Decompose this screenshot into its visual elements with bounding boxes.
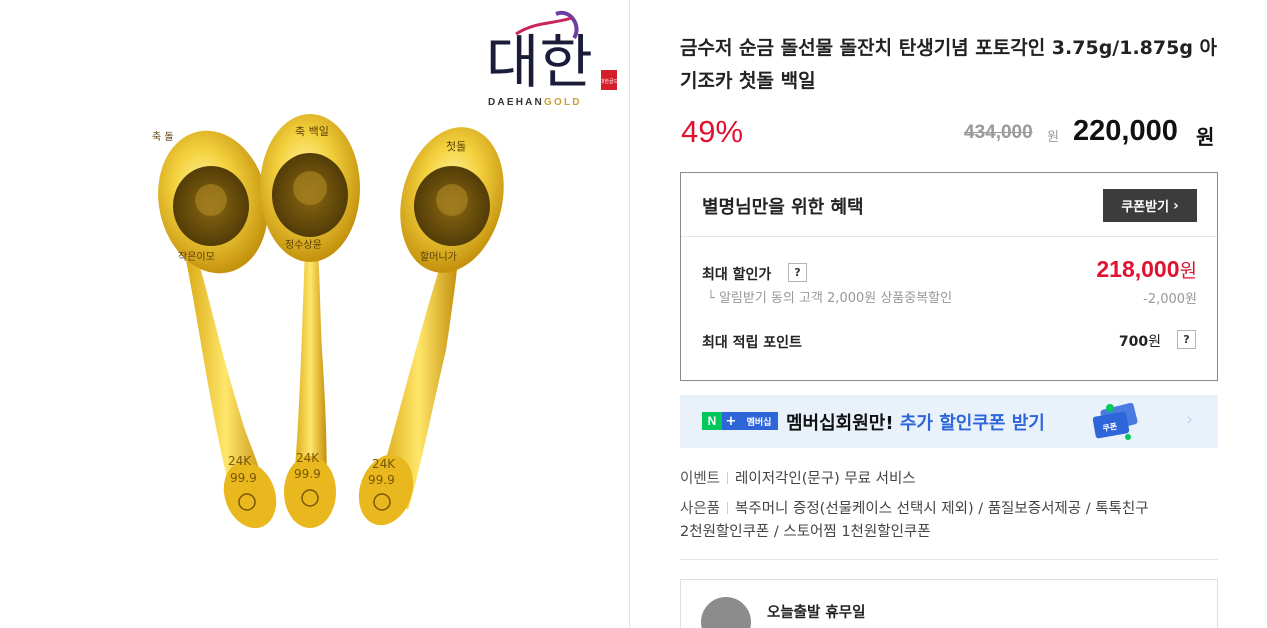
section-divider	[680, 559, 1218, 560]
benefit-title: 별명님만을 위한 혜택	[702, 197, 864, 218]
product-info-panel: 금수저 순금 돌선물 돌잔치 탄생기념 포토각인 3.75g/1.875g 아기…	[680, 0, 1220, 628]
gift-value-line-2: 2천원할인쿠폰 / 스토어찜 1천원할인쿠폰	[680, 524, 931, 540]
gold-spoons-photo: 축 돌 작은이모 24K 99.9 축 백일 정수상윤 24K 99.9 첫돌 …	[152, 114, 504, 529]
naver-n-icon: N	[702, 412, 722, 430]
coupon-ticket-icon: 쿠폰	[1092, 402, 1138, 440]
spoon-3-bottom-text: 할머니가	[420, 251, 457, 263]
spoon-1-purity: 99.9	[230, 471, 257, 485]
spoon-3-purity: 99.9	[368, 473, 395, 487]
benefit-box: 별명님만을 위한 혜택 쿠폰받기 › 최대 할인가 ? 218,000원 └ 알…	[680, 172, 1218, 381]
separator	[727, 472, 729, 484]
spoon-2-purity: 99.9	[294, 467, 321, 481]
gift-info-row: 사은품 복주머니 증정(선물케이스 선택시 제외) / 품질보증서제공 / 톡톡친…	[680, 497, 1149, 521]
logo-text: 대한	[486, 28, 593, 96]
gift-info-row-cont: 2천원할인쿠폰 / 스토어찜 1천원할인쿠폰	[680, 520, 931, 544]
spoon-2-top-text: 축 백일	[295, 124, 329, 138]
spoon-3-top-text: 첫돌	[446, 140, 466, 153]
max-discount-help-icon[interactable]: ?	[788, 263, 807, 282]
coupon-button-label: 쿠폰받기	[1121, 200, 1170, 215]
event-value: 레이저각인(문구) 무료 서비스	[735, 471, 916, 487]
delivery-title: 오늘출발 휴무일	[767, 605, 866, 621]
chevron-right-icon: ›	[1173, 197, 1179, 214]
membership-coupon-banner[interactable]: N + 멤버십 멤버십회원만! 추가 할인쿠폰 받기 쿠폰 ›	[680, 395, 1218, 448]
max-points-label: 최대 적립 포인트	[702, 335, 802, 351]
benefit-header: 별명님만을 위한 혜택 쿠폰받기 ›	[681, 173, 1217, 237]
product-title: 금수저 순금 돌선물 돌잔치 탄생기념 포토각인 3.75g/1.875g 아기…	[680, 37, 1218, 92]
notification-discount-amount: -2,000원	[1143, 292, 1197, 307]
plus-icon: +	[722, 412, 740, 430]
event-key: 이벤트	[680, 471, 721, 487]
membership-text-main: 멤버십회원만!	[786, 413, 894, 434]
spoon-1-bottom-text: 작은이모	[178, 251, 215, 263]
brand-wordmark-main: DAEHAN	[488, 97, 544, 108]
spoon-2: 축 백일 정수상윤 24K 99.9	[260, 114, 360, 528]
spoon-1-karat: 24K	[228, 454, 252, 468]
max-discount-price-value: 218,000	[1096, 256, 1180, 282]
notification-discount-note: └ 알림받기 동의 고객 2,000원 상품중복할인	[707, 291, 953, 306]
points-number: 700	[1118, 334, 1149, 350]
membership-text: 멤버십회원만! 추가 할인쿠폰 받기	[786, 409, 1045, 435]
points-help-icon[interactable]: ?	[1177, 330, 1196, 349]
max-discount-label: 최대 할인가	[702, 267, 772, 283]
spoon-2-bottom-text: 정수상윤	[285, 239, 322, 251]
membership-text-accent: 추가 할인쿠폰 받기	[899, 413, 1045, 434]
sale-price: 220,000	[1073, 115, 1178, 147]
chevron-right-icon: ›	[1186, 409, 1194, 430]
original-price-unit: 원	[1047, 130, 1059, 145]
brand-wordmark: DAEHANGOLD	[488, 97, 582, 108]
points-unit: 원	[1148, 334, 1161, 350]
coupon-download-button[interactable]: 쿠폰받기 ›	[1103, 189, 1197, 222]
spoon-3-karat: 24K	[372, 457, 396, 471]
gift-key: 사은품	[680, 501, 721, 517]
event-info-row: 이벤트 레이저각인(문구) 무료 서비스	[680, 467, 916, 491]
spoon-1-top-text: 축 돌	[152, 131, 174, 143]
sale-price-unit: 원	[1196, 125, 1215, 149]
membership-badge: 멤버십	[740, 412, 778, 430]
gift-value-line-1: 복주머니 증정(선물케이스 선택시 제외) / 품질보증서제공 / 톡톡친구	[735, 501, 1149, 517]
spoon-3: 첫돌 할머니가 24K 99.9	[358, 127, 504, 526]
seal-text: 대한골드	[600, 78, 619, 85]
max-points-value: 700원	[1119, 331, 1161, 351]
delivery-truck-icon	[701, 597, 751, 628]
discount-rate: 49%	[681, 114, 744, 149]
product-image-panel: 대한 대한골드 DAEHANGOLD 축 돌 작은이모 24K 99.9 축 백…	[0, 0, 630, 628]
spoon-2-karat: 24K	[296, 451, 320, 465]
delivery-info-box: 오늘출발 휴무일	[680, 579, 1218, 628]
separator	[727, 502, 729, 514]
max-discount-price: 218,000원	[1096, 256, 1197, 283]
original-price: 434,000	[964, 122, 1033, 143]
brand-wordmark-accent: GOLD	[543, 97, 582, 108]
max-discount-price-unit: 원	[1179, 261, 1197, 282]
